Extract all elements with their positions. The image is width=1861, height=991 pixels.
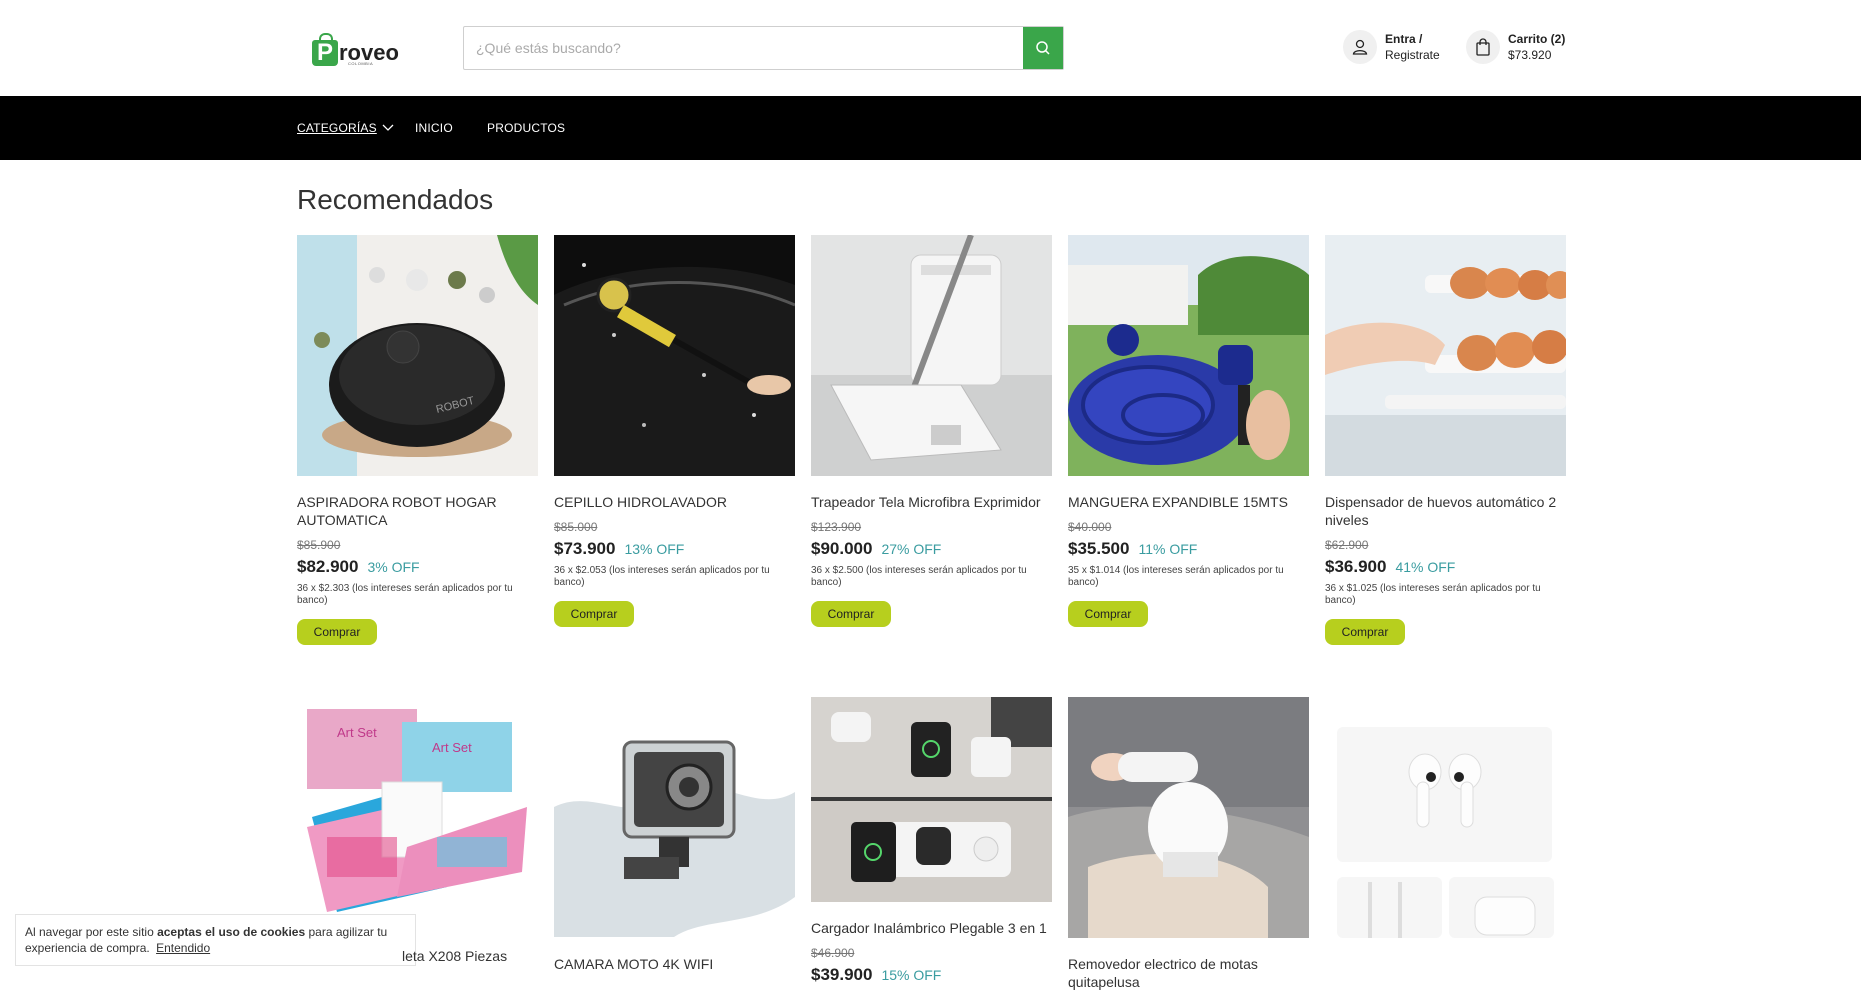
product-image[interactable] [811, 235, 1052, 476]
product-card[interactable]: Removedor electrico de motas quitapelusa [1068, 697, 1309, 991]
product-card[interactable]: Dispensador de huevos automático 2 nivel… [1325, 235, 1566, 645]
svg-text:Art Set: Art Set [337, 725, 377, 740]
account-login-label: Entra / [1385, 32, 1423, 46]
buy-button[interactable]: Comprar [1068, 601, 1148, 627]
product-old-price: $46.900 [811, 946, 855, 960]
product-old-price: $123.900 [811, 520, 862, 534]
product-image[interactable] [554, 697, 795, 938]
product-price: $35.500 [1068, 539, 1130, 558]
nav-products[interactable]: PRODUCTOS [487, 121, 565, 135]
nav-home[interactable]: INICIO [415, 121, 453, 135]
cookie-banner: Al navegar por este sitio aceptas el uso… [15, 914, 416, 966]
main-nav: CATEGORÍAS INICIO PRODUCTOS [0, 96, 1861, 160]
svg-text:Art Set: Art Set [432, 740, 472, 755]
product-image[interactable] [554, 235, 795, 476]
product-price: $90.000 [811, 539, 873, 558]
product-price: $82.900 [297, 557, 359, 576]
cart-total: $73.920 [1508, 48, 1552, 62]
product-card[interactable]: MANGUERA EXPANDIBLE 15MTS $40.000 $35.50… [1068, 235, 1309, 627]
product-discount: 3% OFF [367, 559, 420, 575]
buy-button[interactable]: Comprar [811, 601, 891, 627]
product-discount: 41% OFF [1395, 559, 1456, 575]
search-button[interactable] [1023, 27, 1063, 69]
search-input[interactable] [464, 27, 1023, 69]
product-installments: 35 x $1.014 (los intereses serán aplicad… [1068, 565, 1284, 588]
product-card[interactable]: Art Set Art Set [297, 697, 538, 938]
product-image[interactable]: ROBOT [297, 235, 538, 476]
product-image[interactable] [1325, 235, 1566, 476]
product-image[interactable] [1325, 697, 1566, 938]
product-card[interactable]: ROBOT ASPIRADORA ROBOT HOGAR AUTOMATICA … [297, 235, 538, 645]
product-name[interactable]: Dispensador de huevos automático 2 nivel… [1325, 493, 1566, 529]
product-discount: 13% OFF [624, 541, 685, 557]
product-name[interactable]: Trapeador Tela Microfibra Exprimidor [811, 493, 1052, 511]
product-name[interactable]: Removedor electrico de motas quitapelusa [1068, 955, 1309, 991]
user-icon [1343, 30, 1377, 64]
logo-subtitle: COLOMBIA [348, 61, 374, 66]
cookie-text: Al navegar por este sitio [25, 925, 158, 939]
product-card[interactable]: Trapeador Tela Microfibra Exprimidor $12… [811, 235, 1052, 627]
product-installments: 36 x $2.500 (los intereses serán aplicad… [811, 565, 1027, 588]
product-name[interactable]: CAMARA MOTO 4K WIFI [554, 955, 795, 973]
buy-button[interactable]: Comprar [1325, 619, 1405, 645]
logo[interactable]: P roveo COLOMBIA [312, 32, 402, 66]
product-price: $36.900 [1325, 557, 1387, 576]
cart-link[interactable]: Carrito (2) $73.920 [1466, 30, 1565, 64]
nav-categories-label: CATEGORÍAS [297, 121, 377, 135]
product-name[interactable]: ASPIRADORA ROBOT HOGAR AUTOMATICA [297, 493, 538, 529]
product-card[interactable] [1325, 697, 1566, 938]
chevron-down-icon [382, 124, 394, 131]
product-discount: 15% OFF [881, 967, 942, 983]
product-old-price: $40.000 [1068, 520, 1112, 534]
product-image[interactable] [1068, 235, 1309, 476]
product-image[interactable] [1068, 697, 1309, 938]
cart-bag-icon [1466, 30, 1500, 64]
buy-button[interactable]: Comprar [554, 601, 634, 627]
product-image[interactable]: Art Set Art Set [297, 697, 538, 938]
product-installments: 36 x $2.053 (los intereses serán aplicad… [554, 565, 770, 588]
product-old-price: $85.000 [554, 520, 598, 534]
product-old-price: $62.900 [1325, 538, 1369, 552]
product-card[interactable]: CEPILLO HIDROLAVADOR $85.000 $73.900 13%… [554, 235, 795, 627]
product-name[interactable]: CEPILLO HIDROLAVADOR [554, 493, 795, 511]
product-name[interactable]: leta X208 Piezas [402, 948, 507, 964]
cart-count: Carrito (2) [1508, 32, 1566, 46]
cookie-accept-link[interactable]: Entendido [156, 941, 210, 955]
cookie-text-bold: aceptas el uso de cookies [157, 925, 306, 939]
section-title: Recomendados [297, 184, 494, 215]
product-name[interactable]: MANGUERA EXPANDIBLE 15MTS [1068, 493, 1309, 511]
product-card[interactable]: CAMARA MOTO 4K WIFI [554, 697, 795, 973]
search-bar [463, 26, 1064, 70]
product-discount: 27% OFF [881, 541, 942, 557]
product-card[interactable]: Cargador Inalámbrico Plegable 3 en 1 $46… [811, 697, 1052, 985]
product-name[interactable]: Cargador Inalámbrico Plegable 3 en 1 [811, 919, 1052, 937]
product-price: $73.900 [554, 539, 616, 558]
buy-button[interactable]: Comprar [297, 619, 377, 645]
product-old-price: $85.900 [297, 538, 341, 552]
shopping-bag-logo-icon: P [312, 33, 338, 66]
product-price: $39.900 [811, 965, 873, 984]
product-installments: 36 x $2.303 (los intereses serán aplicad… [297, 583, 513, 606]
search-icon [1036, 41, 1050, 55]
product-discount: 11% OFF [1138, 541, 1198, 557]
product-installments: 36 x $1.025 (los intereses serán aplicad… [1325, 583, 1541, 606]
product-image[interactable] [811, 697, 1052, 902]
site-header: P roveo COLOMBIA Entra / Registrate [0, 0, 1861, 96]
nav-categories[interactable]: CATEGORÍAS [297, 121, 394, 135]
account-register-label: Registrate [1385, 48, 1440, 62]
account-link[interactable]: Entra / Registrate [1343, 30, 1440, 64]
